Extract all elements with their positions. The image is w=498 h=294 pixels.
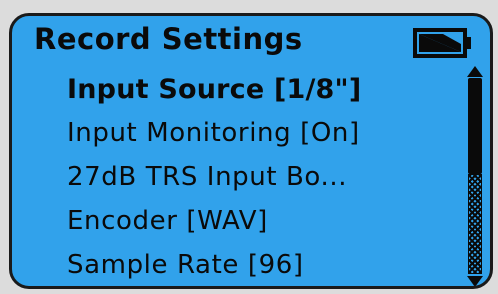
menu-item-encoder[interactable]: Encoder [WAV] [67, 206, 268, 250]
scroll-down-arrow-icon[interactable] [467, 276, 483, 286]
battery-icon [413, 28, 473, 58]
menu-item-input-source[interactable]: Input Source [1/8"] [67, 74, 361, 118]
menu-item-trs-input-boost[interactable]: 27dB TRS Input Bo... [67, 162, 347, 206]
header: Record Settings [12, 16, 490, 68]
page-title: Record Settings [34, 22, 303, 56]
menu-item-sample-rate[interactable]: Sample Rate [96] [67, 250, 304, 286]
menu-item-input-monitoring[interactable]: Input Monitoring [On] [67, 118, 360, 162]
lcd-screen: Record Settings Input Source [1/8"] Inpu… [9, 13, 493, 289]
scroll-thumb[interactable] [468, 78, 482, 174]
scrollbar[interactable] [465, 66, 485, 286]
device-frame: Record Settings Input Source [1/8"] Inpu… [0, 0, 498, 294]
scroll-up-arrow-icon[interactable] [467, 66, 483, 77]
scroll-track[interactable] [468, 174, 482, 274]
settings-menu: Input Source [1/8"] Input Monitoring [On… [12, 68, 452, 286]
